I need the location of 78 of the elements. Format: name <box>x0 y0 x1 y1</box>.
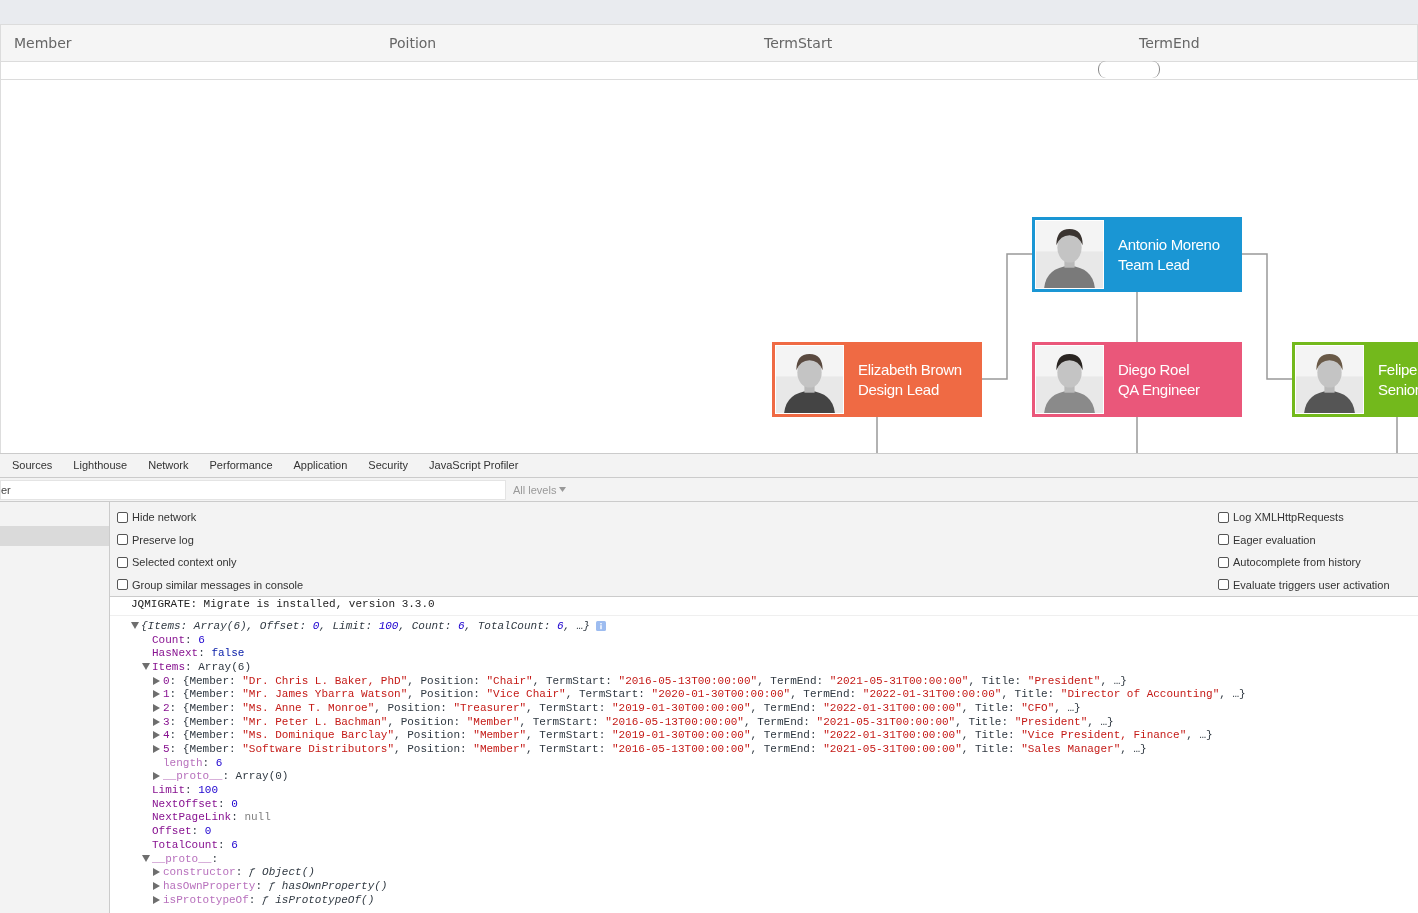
checkbox-label: Hide network <box>132 511 197 524</box>
console-line: 2: {Member: "Ms. Anne T. Monroe", Position: "Treasurer", TermStart: "2019-01-30T00:00:00", TermEnd: "2022-01-31T00:00:00", Title: "CFO", …} <box>163 701 1081 714</box>
checkbox[interactable] <box>117 579 128 591</box>
console-line: 0: {Member: "Dr. Chris L. Baker, PhD", Position: "Chair", TermStart: "2016-05-13T00:00:00", TermEnd: "2021-05-31T00:00:00", Title: "President", …} <box>163 674 1127 687</box>
devtools-tab[interactable]: Application <box>285 454 356 477</box>
checkbox-label: Group similar messages in console <box>132 578 304 591</box>
column-header[interactable]: Poition <box>389 35 437 51</box>
expand-arrow-icon[interactable] <box>153 772 160 781</box>
connector-line <box>876 416 878 453</box>
checkbox[interactable] <box>117 534 128 546</box>
checkbox[interactable] <box>117 556 128 568</box>
column-header[interactable]: TermStart <box>764 35 833 51</box>
node-role: Team Lead <box>1118 254 1191 275</box>
console-line: length: 6 <box>163 756 223 769</box>
console-line: 5: {Member: "Software Distributors", Position: "Member", TermStart: "2016-05-13T00:00:00", TermEnd: "2021-05-31T00:00:00", Title: "Sales Manager", …} <box>163 743 1147 756</box>
console-line: 4: {Member: "Ms. Dominique Barclay", Position: "Member", TermStart: "2019-01-30T00:00:00", TermEnd: "2022-01-31T00:00:00", Title: "Vice President, Finance", …} <box>163 729 1213 742</box>
expand-arrow-icon[interactable] <box>153 717 160 726</box>
checkbox-label: Evaluate triggers user activation <box>1233 578 1390 591</box>
org-node[interactable]: Diego Roel QA Engineer <box>1032 342 1242 417</box>
console-line: HasNext: false <box>152 647 245 660</box>
node-name: Felipe <box>1378 359 1418 380</box>
expand-arrow-icon[interactable] <box>153 703 160 712</box>
expand-arrow-icon[interactable] <box>153 731 160 740</box>
console-line: __proto__: <box>152 852 219 865</box>
devtools-tab[interactable]: Network <box>140 454 197 477</box>
org-node[interactable]: Antonio Moreno Team Lead <box>1032 217 1242 292</box>
devtools-tab[interactable]: Sources <box>4 454 61 477</box>
expand-arrow-icon[interactable] <box>142 855 150 863</box>
devtools-tab[interactable]: Lighthouse <box>65 454 136 477</box>
console-line: 1: {Member: "Mr. James Ybarra Watson", Position: "Vice Chair", TermStart: "2020-01-30T00:00:00", TermEnd: "2022-01-31T00:00:00", Title: "Director of Accounting", …} <box>163 688 1246 701</box>
console-line: NextOffset: 0 <box>152 797 238 810</box>
checkbox[interactable] <box>1218 534 1229 546</box>
console-line: TotalCount: 6 <box>152 838 238 851</box>
checkbox-label: Preserve log <box>132 533 194 546</box>
node-role: Design Lead <box>858 379 940 400</box>
checkbox[interactable] <box>1218 511 1229 523</box>
node-name: Elizabeth Brown <box>858 359 962 380</box>
console-line: NextPageLink: null <box>152 811 271 824</box>
console-line: isPrototypeOf: ƒ isPrototypeOf() <box>163 893 375 906</box>
console-line: 3: {Member: "Mr. Peter L. Bachman", Position: "Member", TermStart: "2016-05-13T00:00:00", TermEnd: "2021-05-31T00:00:00", Title: "President", …} <box>163 715 1114 728</box>
checkbox[interactable] <box>1218 556 1229 568</box>
console-line: Offset: 0 <box>152 825 212 838</box>
caret-icon <box>559 487 567 492</box>
console-message: JQMIGRATE: Migrate is installed, version 3.3.0 <box>131 598 435 610</box>
console-line: hasOwnProperty: ƒ hasOwnProperty() <box>163 879 388 892</box>
node-name: Antonio Moreno <box>1118 234 1220 255</box>
column-header[interactable]: Member <box>14 35 72 51</box>
connector-line <box>1136 416 1138 453</box>
checkbox-label: Autocomplete from history <box>1233 556 1361 569</box>
node-name: Diego Roel <box>1118 359 1191 380</box>
console-line: {Items: Array(6), Offset: 0, Limit: 100, Count: 6, TotalCount: 6, …} <box>141 619 590 632</box>
console-line: __proto__: Array(0) <box>163 770 289 783</box>
devtools-tab[interactable]: Performance <box>201 454 281 477</box>
devtools-tab[interactable]: JavaScript Profiler <box>421 454 527 477</box>
filter-field[interactable]: er <box>0 479 506 500</box>
expand-arrow-icon[interactable] <box>153 690 160 699</box>
checkbox-label: Log XMLHttpRequests <box>1233 511 1344 524</box>
console-line: Count: 6 <box>152 633 205 646</box>
checkbox-label: Selected context only <box>132 556 237 569</box>
connector-line <box>1136 291 1138 343</box>
checkbox[interactable] <box>1218 579 1229 591</box>
org-node[interactable]: Elizabeth Brown Design Lead <box>772 342 982 417</box>
expand-arrow-icon[interactable] <box>153 868 160 877</box>
console-line: Limit: 100 <box>152 784 219 797</box>
column-header[interactable]: TermEnd <box>1139 35 1200 51</box>
expand-arrow-icon[interactable] <box>153 895 160 904</box>
expand-arrow-icon[interactable] <box>131 622 139 630</box>
console-line: Items: Array(6) <box>152 660 252 673</box>
checkbox[interactable] <box>117 511 128 523</box>
expand-arrow-icon[interactable] <box>153 745 160 754</box>
devtools-tab[interactable]: Security <box>360 454 417 477</box>
console-line: constructor: ƒ Object() <box>163 866 315 879</box>
node-role: QA Engineer <box>1118 379 1200 400</box>
expand-arrow-icon[interactable] <box>153 676 160 685</box>
connector-line <box>1396 416 1398 453</box>
expand-arrow-icon[interactable] <box>142 663 150 671</box>
expand-arrow-icon[interactable] <box>153 881 160 890</box>
checkbox-label: Eager evaluation <box>1233 533 1316 546</box>
